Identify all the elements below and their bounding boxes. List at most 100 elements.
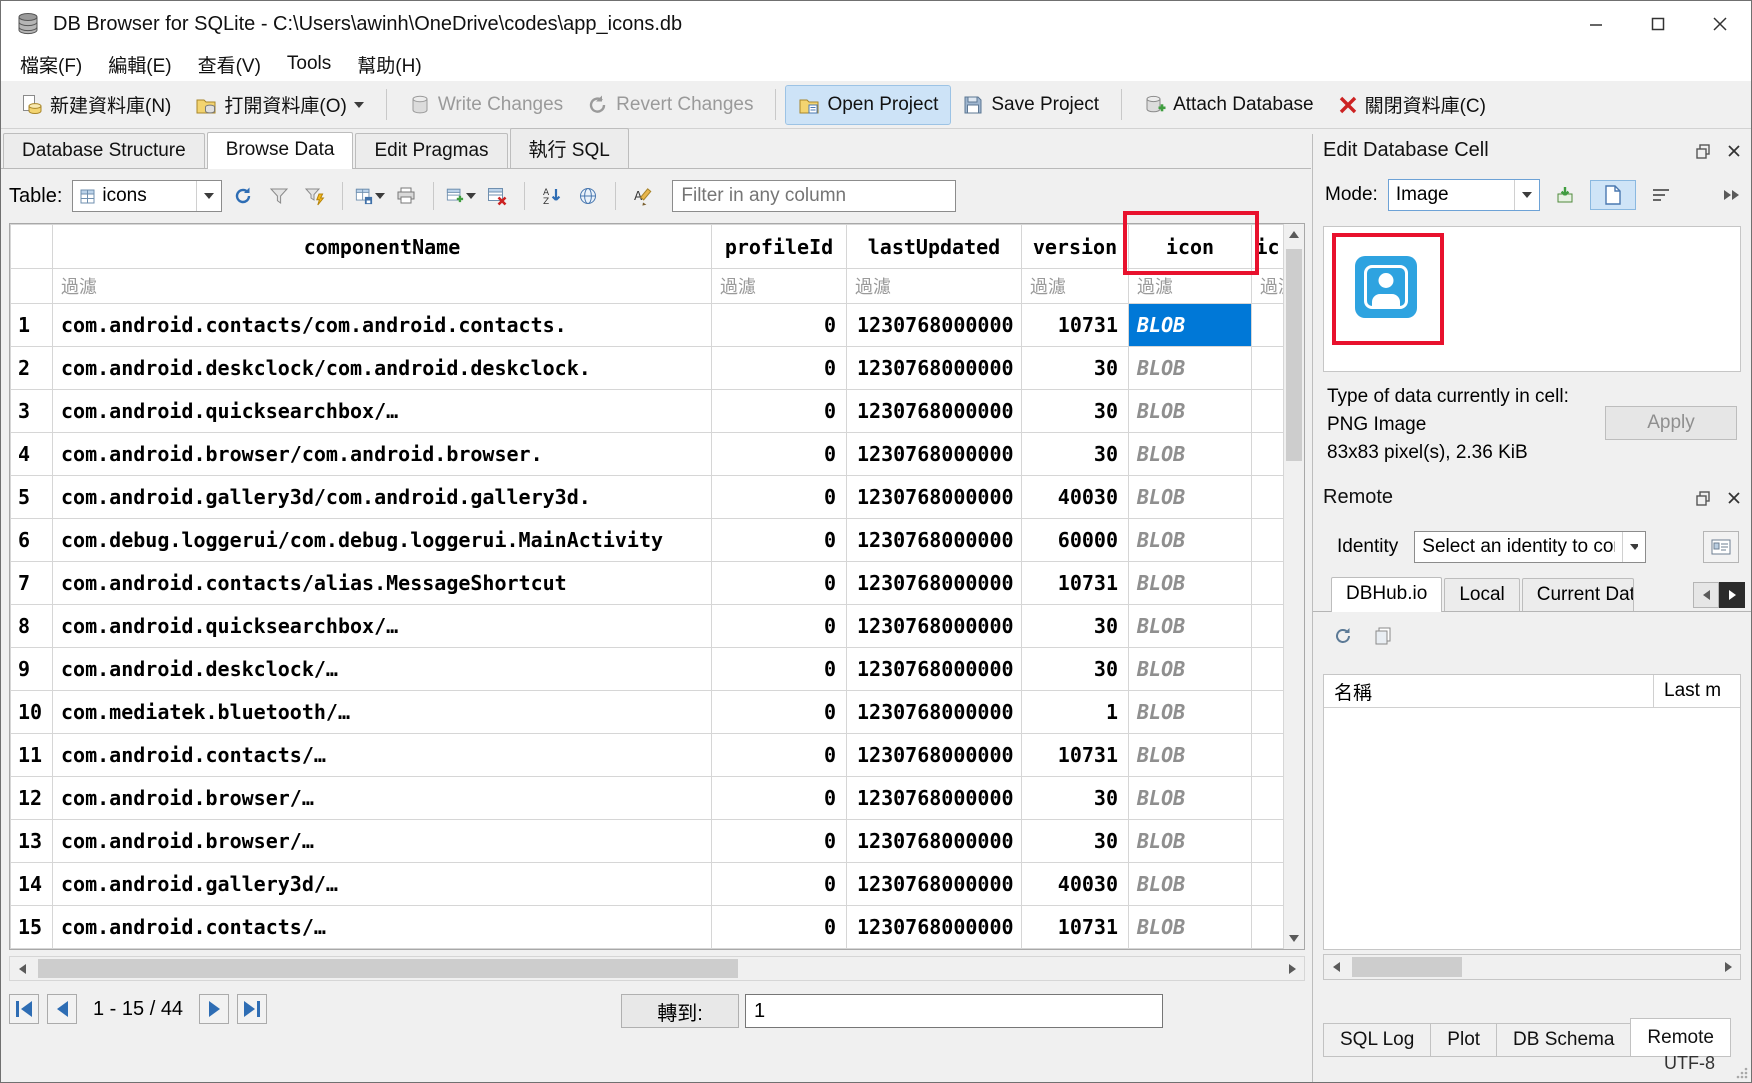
insert-record-dropdown-icon[interactable] [466, 193, 476, 199]
cell-extra[interactable] [1252, 519, 1284, 562]
cell-profileId[interactable]: 0 [712, 304, 847, 347]
row-number[interactable]: 11 [11, 734, 53, 777]
cell-componentName[interactable]: com.android.deskclock/com.android.deskcl… [53, 347, 712, 390]
save-project-button[interactable]: Save Project [950, 86, 1111, 124]
maximize-button[interactable] [1627, 1, 1689, 47]
open-database-dropdown-icon[interactable] [354, 102, 364, 108]
edit-mode-button[interactable]: A [628, 181, 658, 211]
cell-componentName[interactable]: com.android.gallery3d/… [53, 863, 712, 906]
tab-dbhub[interactable]: DBHub.io [1331, 577, 1442, 612]
cell-extra[interactable] [1252, 863, 1284, 906]
open-project-button[interactable]: Open Project [786, 86, 950, 124]
cell-version[interactable]: 30 [1022, 347, 1129, 390]
cell-profileId[interactable]: 0 [712, 347, 847, 390]
tab-scroll-left-button[interactable] [1693, 582, 1719, 608]
cell-icon[interactable]: BLOB [1129, 906, 1252, 949]
cell-componentName[interactable]: com.android.quicksearchbox/… [53, 605, 712, 648]
horizontal-scrollbar[interactable] [9, 956, 1305, 981]
cell-version[interactable]: 60000 [1022, 519, 1129, 562]
cell-icon[interactable]: BLOB [1129, 734, 1252, 777]
import-data-button[interactable] [1550, 180, 1580, 210]
cell-extra[interactable] [1252, 304, 1284, 347]
menu-edit[interactable]: 編輯(E) [95, 46, 184, 83]
menu-tools[interactable]: Tools [274, 48, 344, 80]
cell-componentName[interactable]: com.android.browser/… [53, 777, 712, 820]
cell-version[interactable]: 40030 [1022, 863, 1129, 906]
new-database-button[interactable]: 新建資料庫(N) [9, 83, 183, 126]
filter-lastUpdated[interactable]: 過濾 [847, 269, 1022, 304]
cell-icon[interactable]: BLOB [1129, 820, 1252, 863]
tab-remote[interactable]: Remote [1630, 1018, 1731, 1057]
column-header-profileId[interactable]: profileId [712, 225, 847, 269]
row-number[interactable]: 5 [11, 476, 53, 519]
delete-record-button[interactable] [482, 181, 512, 211]
cell-profileId[interactable]: 0 [712, 605, 847, 648]
cell-lastUpdated[interactable]: 1230768000000 [847, 906, 1022, 949]
row-number[interactable]: 8 [11, 605, 53, 648]
cell-lastUpdated[interactable]: 1230768000000 [847, 304, 1022, 347]
row-number[interactable]: 12 [11, 777, 53, 820]
cell-componentName[interactable]: com.android.gallery3d/com.android.galler… [53, 476, 712, 519]
write-changes-button[interactable]: Write Changes [397, 86, 575, 124]
cell-icon[interactable]: BLOB [1129, 519, 1252, 562]
resize-grip-icon[interactable] [1735, 1066, 1749, 1080]
cell-componentName[interactable]: com.android.quicksearchbox/… [53, 390, 712, 433]
cell-extra[interactable] [1252, 347, 1284, 390]
cell-version[interactable]: 10731 [1022, 304, 1129, 347]
row-number[interactable]: 3 [11, 390, 53, 433]
cell-version[interactable]: 30 [1022, 605, 1129, 648]
cell-version[interactable]: 10731 [1022, 906, 1129, 949]
cell-extra[interactable] [1252, 605, 1284, 648]
first-record-button[interactable] [9, 994, 39, 1024]
refresh-button[interactable] [228, 181, 258, 211]
row-number[interactable]: 2 [11, 347, 53, 390]
remote-clone-button[interactable] [1373, 626, 1393, 651]
tab-scroll-right-button[interactable] [1719, 582, 1745, 608]
cell-icon[interactable]: BLOB [1129, 433, 1252, 476]
goto-record-input[interactable] [745, 994, 1163, 1028]
cell-extra[interactable] [1252, 562, 1284, 605]
cell-version[interactable]: 10731 [1022, 734, 1129, 777]
tab-plot[interactable]: Plot [1430, 1023, 1497, 1057]
cell-profileId[interactable]: 0 [712, 820, 847, 863]
filter-profileId[interactable]: 過濾 [712, 269, 847, 304]
tab-execute-sql[interactable]: 執行 SQL [510, 128, 629, 168]
cell-icon[interactable]: BLOB [1129, 863, 1252, 906]
tab-current-database[interactable]: Current Dat [1522, 578, 1634, 611]
sort-ascending-button[interactable]: A Z [537, 181, 567, 211]
insert-record-button[interactable] [446, 181, 476, 211]
cell-version[interactable]: 30 [1022, 777, 1129, 820]
open-database-button[interactable]: 打開資料庫(O) [183, 83, 375, 126]
close-button[interactable] [1689, 1, 1751, 47]
cell-componentName[interactable]: com.android.deskclock/… [53, 648, 712, 691]
cell-componentName[interactable]: com.android.contacts/alias.MessageShortc… [53, 562, 712, 605]
tab-edit-pragmas[interactable]: Edit Pragmas [355, 133, 507, 168]
cell-extra[interactable] [1252, 734, 1284, 777]
remote-column-name[interactable]: 名稱 [1324, 675, 1654, 707]
float-panel-icon[interactable] [1695, 490, 1711, 506]
cell-lastUpdated[interactable]: 1230768000000 [847, 605, 1022, 648]
cell-icon[interactable]: BLOB [1129, 777, 1252, 820]
cell-version[interactable]: 30 [1022, 648, 1129, 691]
cell-componentName[interactable]: com.mediatek.bluetooth/… [53, 691, 712, 734]
table-select[interactable]: icons [72, 180, 222, 212]
tab-browse-data[interactable]: Browse Data [207, 132, 354, 169]
cell-componentName[interactable]: com.android.browser/com.android.browser. [53, 433, 712, 476]
row-number[interactable]: 9 [11, 648, 53, 691]
goto-button[interactable]: 轉到: [621, 994, 739, 1028]
cell-componentName[interactable]: com.android.contacts/… [53, 906, 712, 949]
cell-lastUpdated[interactable]: 1230768000000 [847, 347, 1022, 390]
cell-profileId[interactable]: 0 [712, 648, 847, 691]
horizontal-scroll-track[interactable] [34, 957, 1280, 980]
cell-version[interactable]: 40030 [1022, 476, 1129, 519]
word-wrap-button[interactable] [1646, 180, 1676, 210]
cell-componentName[interactable]: com.debug.loggerui/com.debug.loggerui.Ma… [53, 519, 712, 562]
identity-select[interactable]: Select an identity to conne [1414, 531, 1646, 563]
cell-version[interactable]: 30 [1022, 820, 1129, 863]
close-panel-icon[interactable] [1727, 491, 1741, 505]
cell-extra[interactable] [1252, 648, 1284, 691]
row-number[interactable]: 15 [11, 906, 53, 949]
scroll-down-button[interactable] [1284, 928, 1304, 949]
tab-db-schema[interactable]: DB Schema [1496, 1023, 1631, 1057]
cell-icon[interactable]: BLOB [1129, 347, 1252, 390]
